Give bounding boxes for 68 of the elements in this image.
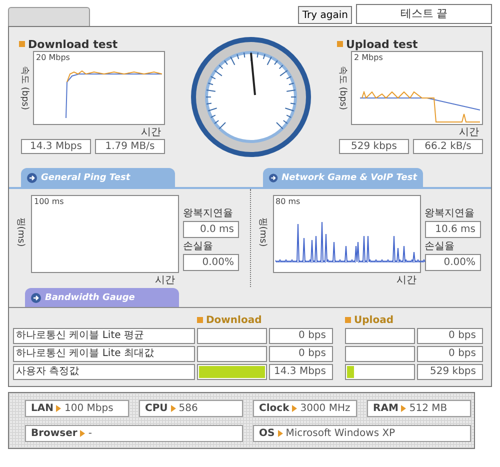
column-header: Download <box>206 314 262 326</box>
reading-field: 529 kbps <box>339 139 409 154</box>
value-cell: 0 bps <box>269 328 333 344</box>
tab[interactable] <box>8 7 90 26</box>
info-value: Microsoft Windows XP <box>286 428 396 439</box>
triangle-icon <box>170 405 176 412</box>
value-cell: 0 bps <box>417 346 483 362</box>
info-value: 586 <box>178 403 198 414</box>
value-cell: 14.3 Mbps <box>269 364 333 380</box>
info-label: Clock <box>259 403 290 414</box>
latency-field: 0.0 ms <box>183 221 239 238</box>
info-value: 3000 MHz <box>300 403 350 414</box>
square-bullet-icon <box>337 41 343 47</box>
status-field: 테스트 끝 <box>356 4 492 24</box>
triangle-icon <box>278 430 283 437</box>
info-value: 100 Mbps <box>64 403 114 414</box>
scale-label: 2 Mbps <box>354 53 383 62</box>
panel-title: Upload test <box>346 38 418 50</box>
square-bullet-icon <box>197 317 203 323</box>
arrow-circle-icon <box>269 172 278 182</box>
row-label: 하나로통신 케이블 Lite 최대값 <box>13 346 195 362</box>
section-tab[interactable]: General Ping Test <box>21 168 175 187</box>
axis-label: 시간 <box>396 274 416 287</box>
latency-label: 왕복지연율 <box>424 207 476 220</box>
reading-field: 14.3 Mbps <box>21 139 91 154</box>
latency-label: 왕복지연율 <box>183 207 234 220</box>
loss-field: 0.00% <box>183 254 239 271</box>
column-header: Upload <box>354 314 394 326</box>
info-label: OS <box>259 428 275 439</box>
info-label: Browser <box>31 428 78 439</box>
reading-field: 1.79 MB/s <box>95 139 165 154</box>
scale-label: 80 ms <box>276 197 300 206</box>
scale-label: 100 ms <box>34 197 64 206</box>
info-label: RAM <box>373 403 398 414</box>
axis-label: 핑(ms) <box>14 217 26 247</box>
value-cell: 0 bps <box>269 346 333 362</box>
section-tab[interactable]: Bandwidth Gauge <box>25 288 179 307</box>
value-cell: 0 bps <box>417 328 483 344</box>
loss-label: 손실율 <box>424 240 456 253</box>
arrow-circle-icon <box>27 172 37 182</box>
axis-label: 핑(ms) <box>256 217 268 247</box>
section-tab[interactable]: Network Game & VoIP Test <box>263 168 423 187</box>
scale-label: 20 Mbps <box>36 53 70 62</box>
info-value: 512 MB <box>409 403 448 414</box>
panel-title: Download test <box>28 38 118 50</box>
square-bullet-icon <box>19 41 25 47</box>
latency-field: 10.6 ms <box>424 221 480 238</box>
arrow-circle-icon <box>31 292 41 302</box>
row-label: 하나로통신 케이블 Lite 평균 <box>13 328 195 344</box>
info-label: LAN <box>31 403 54 414</box>
triangle-icon <box>80 430 86 437</box>
row-label: 사용자 측정값 <box>13 364 195 380</box>
reading-field: 66.2 kB/s <box>413 139 483 154</box>
triangle-icon <box>56 405 62 412</box>
triangle-icon <box>401 405 406 412</box>
loss-label: 손실율 <box>183 240 214 253</box>
square-bullet-icon <box>345 317 351 323</box>
axis-label: 시간 <box>141 126 161 139</box>
info-value: - <box>88 428 92 439</box>
info-label: CPU <box>145 403 168 414</box>
axis-label: 시간 <box>459 126 479 139</box>
axis-label: 시간 <box>155 274 175 287</box>
triangle-icon <box>292 405 298 412</box>
axis-label: 속도 (bps) <box>18 66 30 110</box>
try-again-button[interactable]: Try again <box>298 6 352 24</box>
axis-label: 속도 (bps) <box>336 66 348 110</box>
value-cell: 529 kbps <box>417 364 483 380</box>
loss-field: 0.00% <box>424 254 480 271</box>
